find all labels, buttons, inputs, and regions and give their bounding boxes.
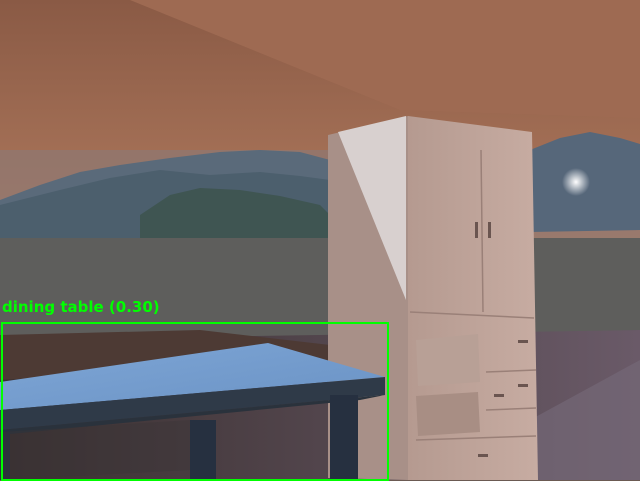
sun-glow [562, 168, 590, 196]
open-shelf [416, 334, 480, 386]
detection-label: dining table (0.30) [2, 298, 160, 316]
open-shelf-lower [416, 392, 480, 436]
detection-bounding-box [1, 322, 389, 481]
door-handle-left [475, 222, 478, 238]
drawer-handle-4 [478, 454, 488, 457]
drawer-handle-2 [518, 384, 528, 387]
drawer-handle-3 [494, 394, 504, 397]
drawer-handle-1 [518, 340, 528, 343]
door-handle-right [488, 222, 491, 238]
